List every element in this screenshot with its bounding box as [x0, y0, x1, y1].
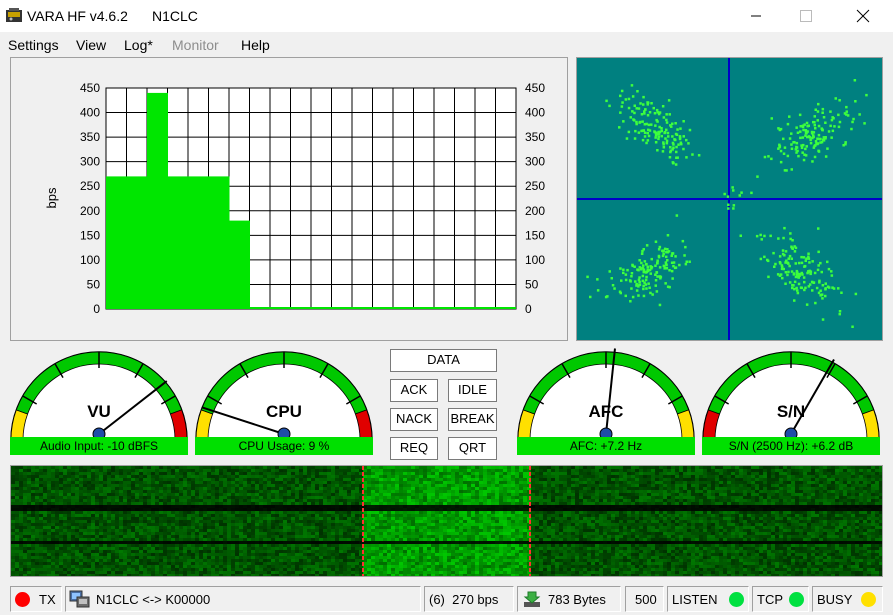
link-status: N1CLC <-> K00000 — [65, 586, 421, 612]
download-icon — [523, 591, 541, 607]
busy-status: BUSY — [812, 586, 883, 612]
y-tick-label-right: 0 — [525, 302, 532, 316]
minimize-icon — [751, 15, 761, 17]
y-tick-label-left: 400 — [80, 106, 100, 120]
waterfall-noise — [11, 466, 883, 577]
tcp-led-icon — [789, 592, 804, 607]
speed-status: (6) 270 bps — [424, 586, 514, 612]
bytes-status: 783 Bytes — [517, 586, 621, 612]
y-tick-label-left: 450 — [80, 81, 100, 95]
menu-settings[interactable]: Settings — [8, 37, 59, 53]
break-button[interactable]: BREAK — [448, 408, 497, 431]
y-tick-label-right: 300 — [525, 155, 545, 169]
req-button[interactable]: REQ — [390, 437, 438, 460]
title-bar: VARA HF v4.6.2 N1CLC — [0, 0, 893, 32]
y-tick-label-left: 100 — [80, 253, 100, 267]
chart-bar — [208, 176, 230, 309]
computer-link-icon — [69, 590, 90, 608]
tx-label: TX — [39, 592, 56, 607]
speed-text: (6) 270 bps — [429, 592, 499, 607]
listen-text: LISTEN — [672, 592, 718, 607]
ack-button[interactable]: ACK — [390, 379, 438, 402]
listen-status[interactable]: LISTEN — [667, 586, 749, 612]
afc-gauge-label: AFC: +7.2 Hz — [517, 437, 695, 455]
y-tick-label-left: 50 — [87, 277, 101, 291]
tx-status: TX — [10, 586, 62, 612]
y-tick-label-right: 400 — [525, 106, 545, 120]
tx-led-icon — [15, 592, 30, 607]
y-tick-label-right: 450 — [525, 81, 545, 95]
waterfall-panel — [10, 465, 883, 577]
chart-bar — [147, 92, 168, 310]
y-tick-label-right: 150 — [525, 228, 545, 242]
maximize-icon — [800, 10, 812, 22]
chart-bar — [188, 176, 209, 309]
y-tick-label-right: 350 — [525, 130, 545, 144]
y-tick-label-left: 200 — [80, 204, 100, 218]
menu-help[interactable]: Help — [241, 37, 270, 53]
y-tick-label-right: 100 — [525, 253, 545, 267]
qrt-button[interactable]: QRT — [448, 437, 497, 460]
y-tick-label-left: 350 — [80, 130, 100, 144]
chart-bar — [167, 176, 189, 309]
gauge-title: VU — [87, 402, 111, 421]
data-button[interactable]: DATA — [390, 349, 497, 372]
link-text: N1CLC <-> K00000 — [96, 592, 211, 607]
tcp-status: TCP — [752, 586, 809, 612]
y-axis-label: bps — [44, 187, 59, 208]
chart-bar — [106, 176, 127, 309]
gauge-title: CPU — [266, 402, 302, 421]
waterfall-display[interactable] — [11, 466, 883, 577]
window-callsign: N1CLC — [152, 8, 198, 24]
menu-view[interactable]: View — [76, 37, 106, 53]
y-tick-label-left: 0 — [93, 302, 100, 316]
y-tick-label-left: 150 — [80, 228, 100, 242]
constellation-panel — [576, 57, 883, 341]
tcp-text: TCP — [757, 592, 783, 607]
y-tick-label-right: 250 — [525, 179, 545, 193]
close-icon — [856, 9, 870, 23]
vara-app-icon — [6, 8, 22, 22]
sn-gauge-label: S/N (2500 Hz): +6.2 dB — [702, 437, 880, 455]
y-tick-label-left: 300 — [80, 155, 100, 169]
chart-bar — [229, 220, 250, 309]
window-title: VARA HF v4.6.2 — [27, 8, 128, 24]
y-tick-label-right: 200 — [525, 204, 545, 218]
constellation-display — [577, 58, 882, 340]
y-tick-label-left: 250 — [80, 179, 100, 193]
bytes-text: 783 Bytes — [548, 592, 606, 607]
maximize-button[interactable] — [783, 0, 829, 32]
speed-chart-panel: 450 450 400 400 350 350 300 300 250 250 200 200 150 1… — [10, 57, 568, 341]
busy-led-icon — [861, 592, 876, 607]
nack-button[interactable]: NACK — [390, 408, 438, 431]
minimize-button[interactable] — [733, 0, 779, 32]
chart-bar — [126, 176, 148, 309]
menu-monitor[interactable]: Monitor — [172, 37, 219, 53]
speed-chart: 450 450 400 400 350 350 300 300 250 250 200 200 150 1… — [44, 81, 545, 316]
gauge-title: AFC — [589, 402, 624, 421]
close-button[interactable] — [840, 0, 886, 32]
cpu-gauge-label: CPU Usage: 9 % — [195, 437, 373, 455]
bandwidth-status: 500 — [625, 586, 664, 612]
idle-button[interactable]: IDLE — [448, 379, 497, 402]
menu-log[interactable]: Log* — [124, 37, 153, 53]
menu-bar: Settings View Log* Monitor Help — [0, 32, 893, 56]
y-tick-label-right: 50 — [525, 277, 539, 291]
listen-led-icon — [729, 592, 744, 607]
busy-text: BUSY — [817, 592, 853, 607]
bandwidth-text: 500 — [635, 592, 657, 607]
vu-gauge-label: Audio Input: -10 dBFS — [10, 437, 188, 455]
